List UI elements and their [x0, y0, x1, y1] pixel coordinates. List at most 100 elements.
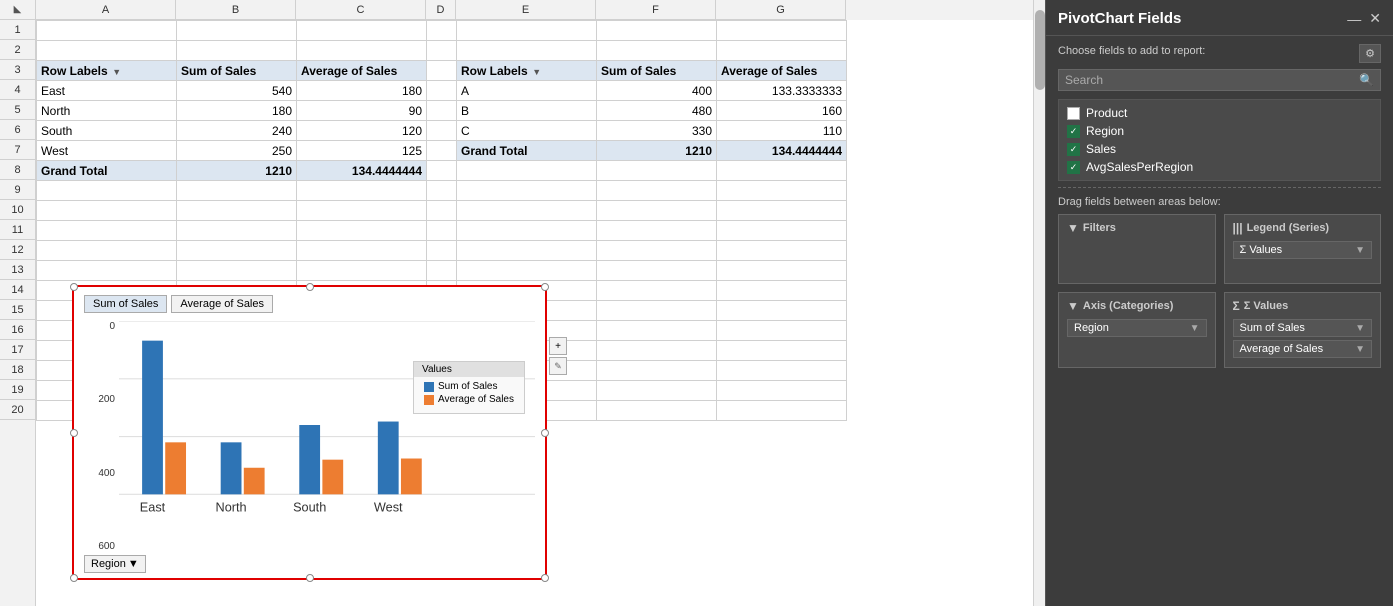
cell-r12-cA[interactable] — [37, 241, 177, 261]
cell-r7-cB[interactable]: 250 — [177, 141, 297, 161]
row-num-4[interactable]: 4 — [0, 80, 35, 100]
row-num-11[interactable]: 11 — [0, 220, 35, 240]
v-scrollbar[interactable] — [1033, 0, 1045, 606]
cell-r11-cG[interactable] — [717, 221, 847, 241]
cell-r13-cB[interactable] — [177, 261, 297, 281]
col-header-G[interactable]: G — [716, 0, 846, 20]
resize-handle-bottom-left[interactable] — [70, 574, 78, 582]
row-num-12[interactable]: 12 — [0, 240, 35, 260]
cell-r3-cG[interactable]: Average of Sales — [717, 61, 847, 81]
cell-r13-cA[interactable] — [37, 261, 177, 281]
cell-r11-cB[interactable] — [177, 221, 297, 241]
row-num-19[interactable]: 19 — [0, 380, 35, 400]
cell-r12-cC[interactable] — [297, 241, 427, 261]
cell-r6-cG[interactable]: 110 — [717, 121, 847, 141]
row-num-9[interactable]: 9 — [0, 180, 35, 200]
cell-r8-cB[interactable]: 1210 — [177, 161, 297, 181]
cell-r1-cG[interactable] — [717, 21, 847, 41]
cell-r4-cB[interactable]: 540 — [177, 81, 297, 101]
chart-region-filter[interactable]: Region ▼ — [84, 555, 146, 573]
col-header-E[interactable]: E — [456, 0, 596, 20]
close-button[interactable]: ✕ — [1369, 10, 1381, 27]
field-item-region[interactable]: Region — [1063, 122, 1376, 140]
cell-r4-cC[interactable]: 180 — [297, 81, 427, 101]
cell-r2-cE[interactable] — [457, 41, 597, 61]
cell-r3-cD[interactable] — [427, 61, 457, 81]
cell-r3-cB[interactable]: Sum of Sales — [177, 61, 297, 81]
cell-r5-cG[interactable]: 160 — [717, 101, 847, 121]
cell-r6-cC[interactable]: 120 — [297, 121, 427, 141]
row-num-7[interactable]: 7 — [0, 140, 35, 160]
cell-r11-cF[interactable] — [597, 221, 717, 241]
field-checkbox-sales[interactable] — [1067, 143, 1080, 156]
row-num-10[interactable]: 10 — [0, 200, 35, 220]
field-item-sales[interactable]: Sales — [1063, 140, 1376, 158]
cell-r17-cF[interactable] — [597, 341, 717, 361]
cell-r2-cC[interactable] — [297, 41, 427, 61]
resize-handle-top[interactable] — [306, 283, 314, 291]
row-num-18[interactable]: 18 — [0, 360, 35, 380]
chart-btn-avg-of-sales[interactable]: Average of Sales — [171, 295, 273, 313]
cell-r1-cA[interactable] — [37, 21, 177, 41]
cell-r11-cA[interactable] — [37, 221, 177, 241]
cell-r16-cF[interactable] — [597, 321, 717, 341]
cell-r9-cC[interactable] — [297, 181, 427, 201]
row-num-2[interactable]: 2 — [0, 40, 35, 60]
resize-handle-bottom-right[interactable] — [541, 574, 549, 582]
cell-r9-cA[interactable] — [37, 181, 177, 201]
cell-r13-cG[interactable] — [717, 261, 847, 281]
cell-r6-cA[interactable]: South — [37, 121, 177, 141]
row-num-20[interactable]: 20 — [0, 400, 35, 420]
cell-r1-cD[interactable] — [427, 21, 457, 41]
row-num-17[interactable]: 17 — [0, 340, 35, 360]
cell-r12-cB[interactable] — [177, 241, 297, 261]
select-all-icon[interactable]: ◣ — [14, 4, 22, 15]
cell-r19-cF[interactable] — [597, 381, 717, 401]
cell-r8-cD[interactable] — [427, 161, 457, 181]
row-num-14[interactable]: 14 — [0, 280, 35, 300]
row-num-16[interactable]: 16 — [0, 320, 35, 340]
cell-r6-cF[interactable]: 330 — [597, 121, 717, 141]
cell-r10-cF[interactable] — [597, 201, 717, 221]
cell-r13-cC[interactable] — [297, 261, 427, 281]
row-num-3[interactable]: 3 — [0, 60, 35, 80]
cell-r20-cF[interactable] — [597, 401, 717, 421]
cell-r20-cG[interactable] — [717, 401, 847, 421]
area-item-1-0[interactable]: Σ Values▼ — [1233, 241, 1373, 259]
cell-r8-cA[interactable]: Grand Total — [37, 161, 177, 181]
cell-r2-cA[interactable] — [37, 41, 177, 61]
cell-r16-cG[interactable] — [717, 321, 847, 341]
cell-r12-cE[interactable] — [457, 241, 597, 261]
area-item-3-1[interactable]: Average of Sales▼ — [1233, 340, 1373, 358]
cell-r8-cE[interactable] — [457, 161, 597, 181]
cell-r2-cB[interactable] — [177, 41, 297, 61]
row-num-1[interactable]: 1 — [0, 20, 35, 40]
resize-handle-left[interactable] — [70, 429, 78, 437]
cell-r9-cD[interactable] — [427, 181, 457, 201]
cell-r1-cB[interactable] — [177, 21, 297, 41]
col-header-F[interactable]: F — [596, 0, 716, 20]
cell-r13-cE[interactable] — [457, 261, 597, 281]
field-item-product[interactable]: Product — [1063, 104, 1376, 122]
cell-r5-cC[interactable]: 90 — [297, 101, 427, 121]
cell-r10-cC[interactable] — [297, 201, 427, 221]
cell-r12-cG[interactable] — [717, 241, 847, 261]
row-num-13[interactable]: 13 — [0, 260, 35, 280]
cell-r10-cD[interactable] — [427, 201, 457, 221]
cell-r4-cE[interactable]: A — [457, 81, 597, 101]
cell-r13-cD[interactable] — [427, 261, 457, 281]
cell-r4-cD[interactable] — [427, 81, 457, 101]
cell-r7-cG[interactable]: 134.4444444 — [717, 141, 847, 161]
cell-r14-cG[interactable] — [717, 281, 847, 301]
cell-r12-cF[interactable] — [597, 241, 717, 261]
field-checkbox-avgsalesperregion[interactable] — [1067, 161, 1080, 174]
cell-r15-cG[interactable] — [717, 301, 847, 321]
chart-side-btn-1[interactable]: + — [549, 337, 567, 355]
cell-r3-cE[interactable]: Row Labels ▼ — [457, 61, 597, 81]
v-scrollbar-thumb[interactable] — [1035, 10, 1045, 90]
collapse-button[interactable]: — — [1347, 11, 1361, 27]
area-item-3-0[interactable]: Sum of Sales▼ — [1233, 319, 1373, 337]
row-num-5[interactable]: 5 — [0, 100, 35, 120]
cell-r3-cF[interactable]: Sum of Sales — [597, 61, 717, 81]
cell-r1-cF[interactable] — [597, 21, 717, 41]
